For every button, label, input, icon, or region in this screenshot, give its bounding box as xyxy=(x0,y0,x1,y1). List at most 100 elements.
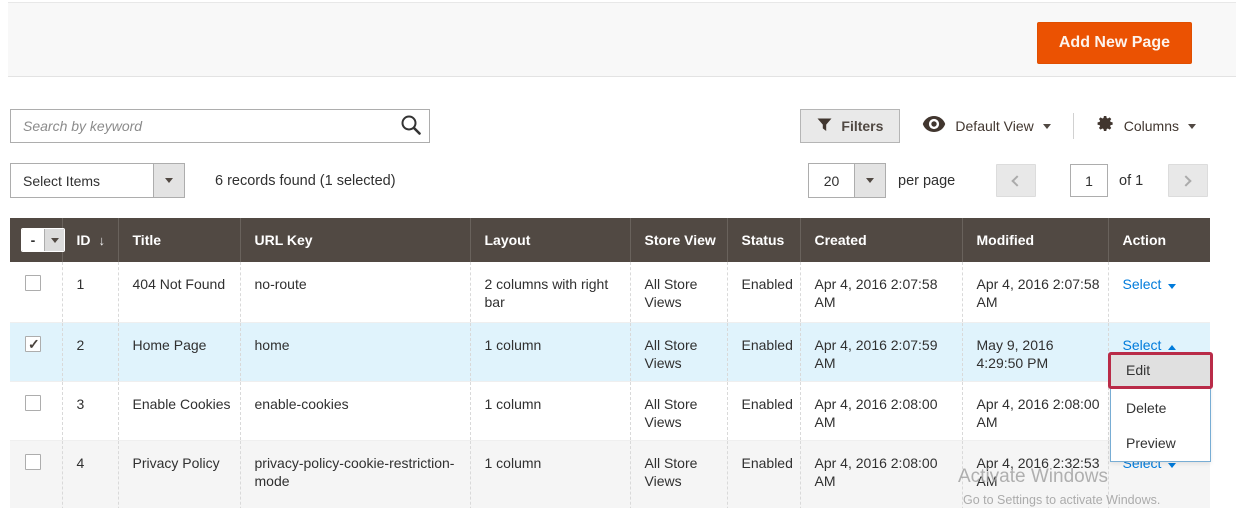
chevron-down-icon xyxy=(1168,463,1176,468)
columns-label: Columns xyxy=(1124,118,1179,134)
cell-created: Apr 4, 2016 2:07:58 AM xyxy=(800,262,962,322)
row-action-select[interactable]: Select xyxy=(1123,276,1177,292)
search-icon xyxy=(399,125,423,140)
column-header-action[interactable]: Action xyxy=(1108,218,1210,262)
search-submit-button[interactable] xyxy=(396,112,426,140)
view-switcher-label: Default View xyxy=(955,118,1033,134)
mass-action-caret[interactable] xyxy=(153,164,184,197)
column-header-store-view[interactable]: Store View xyxy=(630,218,727,262)
column-header-title[interactable]: Title xyxy=(118,218,240,262)
cell-layout: 1 column xyxy=(470,381,630,440)
column-header-id-label: ID xyxy=(77,232,91,248)
cell-title: Privacy Policy xyxy=(118,440,240,508)
next-page-button[interactable] xyxy=(1168,164,1208,197)
row-action-label: Select xyxy=(1123,276,1162,292)
column-header-id[interactable]: ID ↓ xyxy=(62,218,118,262)
row-checkbox[interactable] xyxy=(25,454,41,470)
cell-created: Apr 4, 2016 2:08:00 AM xyxy=(800,381,962,440)
select-all-dropdown[interactable] xyxy=(44,229,64,251)
filter-funnel-icon xyxy=(817,118,832,135)
cell-url-key: privacy-policy-cookie-restriction-mode xyxy=(240,440,470,508)
table-row: 3 Enable Cookies enable-cookies 1 column… xyxy=(10,381,1210,440)
watermark-subtitle: Go to Settings to activate Windows. xyxy=(963,493,1160,507)
chevron-down-icon xyxy=(1043,124,1051,129)
cell-status: Enabled xyxy=(727,322,800,381)
search-input[interactable] xyxy=(10,109,430,143)
cell-created: Apr 4, 2016 2:07:59 AM xyxy=(800,322,962,381)
mass-action-label: Select Items xyxy=(11,164,153,197)
cell-created: Apr 4, 2016 2:08:00 AM xyxy=(800,440,962,508)
cell-layout: 1 column xyxy=(470,322,630,381)
cell-id: 2 xyxy=(62,322,118,381)
cell-id: 1 xyxy=(62,262,118,322)
row-action-label: Select xyxy=(1123,337,1162,353)
chevron-down-icon xyxy=(1168,284,1176,289)
chevron-left-icon xyxy=(1011,175,1022,186)
filters-label: Filters xyxy=(841,118,883,134)
cell-title: Enable Cookies xyxy=(118,381,240,440)
cell-modified: Apr 4, 2016 2:07:58 AM xyxy=(962,262,1108,322)
chevron-down-icon xyxy=(51,238,59,243)
cell-layout: 2 columns with right bar xyxy=(470,262,630,322)
cell-id: 3 xyxy=(62,381,118,440)
mass-action-select[interactable]: Select Items xyxy=(10,163,185,198)
chevron-right-icon xyxy=(1180,175,1191,186)
row-checkbox[interactable] xyxy=(25,395,41,411)
per-page-label: per page xyxy=(898,173,955,189)
cell-id: 4 xyxy=(62,440,118,508)
cell-store-view: All Store Views xyxy=(630,322,727,381)
sort-arrow-icon: ↓ xyxy=(99,233,106,248)
columns-control[interactable]: Columns xyxy=(1096,114,1196,138)
cms-pages-grid-page: Add New Page Filters xyxy=(0,0,1236,508)
add-new-page-button[interactable]: Add New Page xyxy=(1037,22,1192,64)
action-menu-item-delete[interactable]: Delete xyxy=(1111,391,1210,426)
row-checkbox[interactable] xyxy=(25,336,41,352)
cell-title: 404 Not Found xyxy=(118,262,240,322)
table-row: 1 404 Not Found no-route 2 columns with … xyxy=(10,262,1210,322)
cell-url-key: home xyxy=(240,322,470,381)
column-header-url-key[interactable]: URL Key xyxy=(240,218,470,262)
column-header-modified[interactable]: Modified xyxy=(962,218,1108,262)
chevron-down-icon xyxy=(1188,124,1196,129)
cell-status: Enabled xyxy=(727,381,800,440)
chevron-up-icon xyxy=(1168,345,1176,350)
chevron-down-icon xyxy=(866,178,874,183)
row-checkbox[interactable] xyxy=(25,275,41,291)
action-menu-item-preview[interactable]: Preview xyxy=(1111,426,1210,461)
row-action-select-open[interactable]: Select xyxy=(1123,337,1177,353)
page-size-value: 20 xyxy=(809,164,854,197)
chevron-down-icon xyxy=(165,178,173,183)
records-summary: 6 records found (1 selected) xyxy=(215,173,396,189)
select-all-checkbox[interactable]: - xyxy=(22,229,44,251)
grid-view-toolbar: Filters Default View Columns xyxy=(800,109,1196,143)
column-header-layout[interactable]: Layout xyxy=(470,218,630,262)
cell-store-view: All Store Views xyxy=(630,381,727,440)
row-action-menu: Edit Delete Preview xyxy=(1110,353,1211,462)
activate-windows-watermark: Activate Windows Go to Settings to activ… xyxy=(958,466,1160,507)
page-size-select[interactable]: 20 xyxy=(808,163,886,198)
cell-modified: Apr 4, 2016 2:08:00 AM xyxy=(962,381,1108,440)
column-header-created[interactable]: Created xyxy=(800,218,962,262)
cell-store-view: All Store Views xyxy=(630,262,727,322)
current-page-input[interactable] xyxy=(1070,164,1108,197)
total-pages-label: of 1 xyxy=(1119,173,1143,189)
keyword-search xyxy=(10,109,430,143)
previous-page-button[interactable] xyxy=(996,164,1036,197)
filters-button[interactable]: Filters xyxy=(800,109,900,143)
table-header-row: - ID ↓ Title URL Key Layout Store View St… xyxy=(10,218,1210,262)
cell-url-key: enable-cookies xyxy=(240,381,470,440)
view-switcher[interactable]: Default View xyxy=(922,115,1050,138)
toolbar-divider xyxy=(1073,113,1074,139)
watermark-title: Activate Windows xyxy=(958,466,1160,488)
eye-icon xyxy=(922,115,946,138)
cell-status: Enabled xyxy=(727,440,800,508)
cell-store-view: All Store Views xyxy=(630,440,727,508)
action-menu-item-edit[interactable]: Edit xyxy=(1108,352,1213,389)
cell-modified: May 9, 2016 4:29:50 PM xyxy=(962,322,1108,381)
gear-icon xyxy=(1096,114,1115,138)
page-size-caret[interactable] xyxy=(854,164,885,197)
select-all-control[interactable]: - xyxy=(21,228,65,252)
table-row: 2 Home Page home 1 column All Store View… xyxy=(10,322,1210,381)
cell-layout: 1 column xyxy=(470,440,630,508)
column-header-status[interactable]: Status xyxy=(727,218,800,262)
